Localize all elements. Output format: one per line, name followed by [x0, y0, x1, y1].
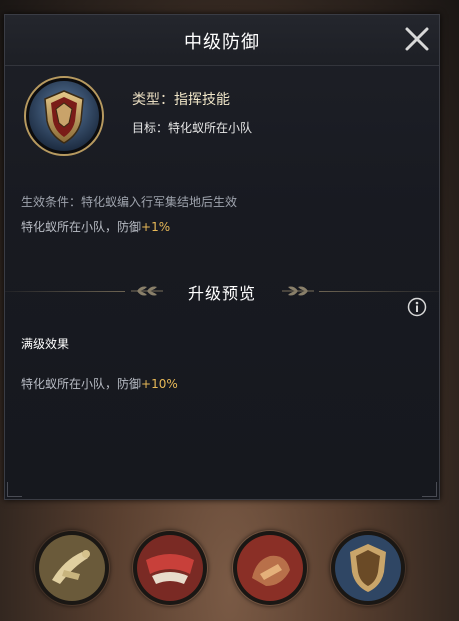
current-effect-value: +1%	[141, 220, 171, 234]
current-effect: 特化蚁所在小队，防御+1%	[21, 218, 170, 235]
current-effect-text: 特化蚁所在小队，防御	[21, 220, 142, 234]
red-attack-skill-icon[interactable]	[132, 530, 208, 606]
corner-ornament-left	[7, 482, 22, 497]
upgrade-preview-title: 升级预览	[187, 284, 256, 303]
skill-type-label: 类型：	[132, 92, 174, 108]
dialog-title: 中级防御	[184, 32, 260, 53]
max-level-effect: 特化蚁所在小队，防御+10%	[21, 375, 178, 392]
shield-icon	[23, 75, 105, 157]
info-icon[interactable]	[407, 297, 427, 317]
effect-condition: 生效条件：特化蚁编入行军集结地后生效	[21, 195, 238, 209]
max-effect-text: 特化蚁所在小队，防御	[21, 377, 142, 391]
close-icon[interactable]	[403, 25, 431, 53]
skill-type-value: 指挥技能	[174, 92, 230, 108]
shield-skill-icon[interactable]	[330, 530, 406, 606]
max-effect-value: +10%	[141, 377, 178, 391]
skill-type: 类型：指挥技能	[132, 89, 230, 109]
dialog-header: 中级防御	[5, 15, 439, 66]
red-strength-skill-icon[interactable]	[232, 530, 308, 606]
laurel-right-icon	[280, 283, 316, 299]
corner-ornament-right	[422, 482, 437, 497]
upgrade-preview-header: 升级预览	[5, 277, 439, 307]
max-level-label: 满级效果	[21, 337, 70, 351]
claw-skill-icon[interactable]	[34, 530, 110, 606]
skill-detail-dialog: 中级防御 类型：指挥技能 目标：特化蚁所在小队 生效条件：特化蚁编入行军集结地后…	[4, 14, 440, 500]
skill-target: 目标：特化蚁所在小队	[132, 121, 253, 135]
